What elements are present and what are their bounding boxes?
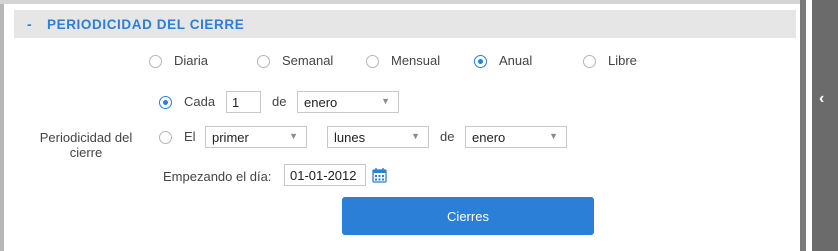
calendar-icon[interactable] xyxy=(372,167,387,183)
radio-el[interactable] xyxy=(159,131,172,144)
radio-label-semanal[interactable]: Semanal xyxy=(282,53,333,68)
radio-diaria[interactable] xyxy=(149,55,162,68)
ordinal-select[interactable]: primer ▼ xyxy=(205,126,307,148)
chevron-left-icon: ‹ xyxy=(819,90,825,107)
cada-number-input[interactable] xyxy=(226,91,261,113)
chevron-down-icon: ▼ xyxy=(549,131,558,141)
radio-semanal[interactable] xyxy=(257,55,270,68)
cada-de-label: de xyxy=(272,94,287,109)
cada-month-value: enero xyxy=(304,95,338,110)
radio-label-libre[interactable]: Libre xyxy=(608,53,637,68)
radio-libre[interactable] xyxy=(583,55,596,68)
collapse-icon[interactable]: - xyxy=(27,16,41,32)
cada-month-select[interactable]: enero ▼ xyxy=(297,91,399,113)
radio-label-anual[interactable]: Anual xyxy=(499,53,532,68)
periodicidad-label: Periodicidad del cierre xyxy=(39,130,133,160)
weekday-select[interactable]: lunes ▼ xyxy=(327,126,429,148)
radio-cada[interactable] xyxy=(159,96,172,109)
chevron-down-icon: ▼ xyxy=(411,131,420,141)
chevron-down-icon: ▼ xyxy=(381,96,390,106)
chevron-down-icon: ▼ xyxy=(289,131,298,141)
el-month-select[interactable]: enero ▼ xyxy=(465,126,567,148)
start-date-label: Empezando el día: xyxy=(163,169,272,184)
radio-anual[interactable] xyxy=(474,55,487,68)
el-de-label: de xyxy=(440,129,455,144)
weekday-value: lunes xyxy=(334,130,366,145)
radio-label-diaria[interactable]: Diaria xyxy=(174,53,208,68)
ordinal-value: primer xyxy=(212,130,249,145)
section-header[interactable]: - PERIODICIDAD DEL CIERRE xyxy=(14,10,796,38)
el-label: El xyxy=(184,129,196,144)
side-panel-toggle[interactable]: ‹ xyxy=(812,0,838,251)
section-title: PERIODICIDAD DEL CIERRE xyxy=(47,16,245,32)
radio-mensual[interactable] xyxy=(366,55,379,68)
cierres-button[interactable]: Cierres xyxy=(342,197,594,235)
start-date-input[interactable] xyxy=(284,164,366,186)
el-month-value: enero xyxy=(472,130,506,145)
radio-label-mensual[interactable]: Mensual xyxy=(391,53,440,68)
cada-label: Cada xyxy=(184,94,216,109)
